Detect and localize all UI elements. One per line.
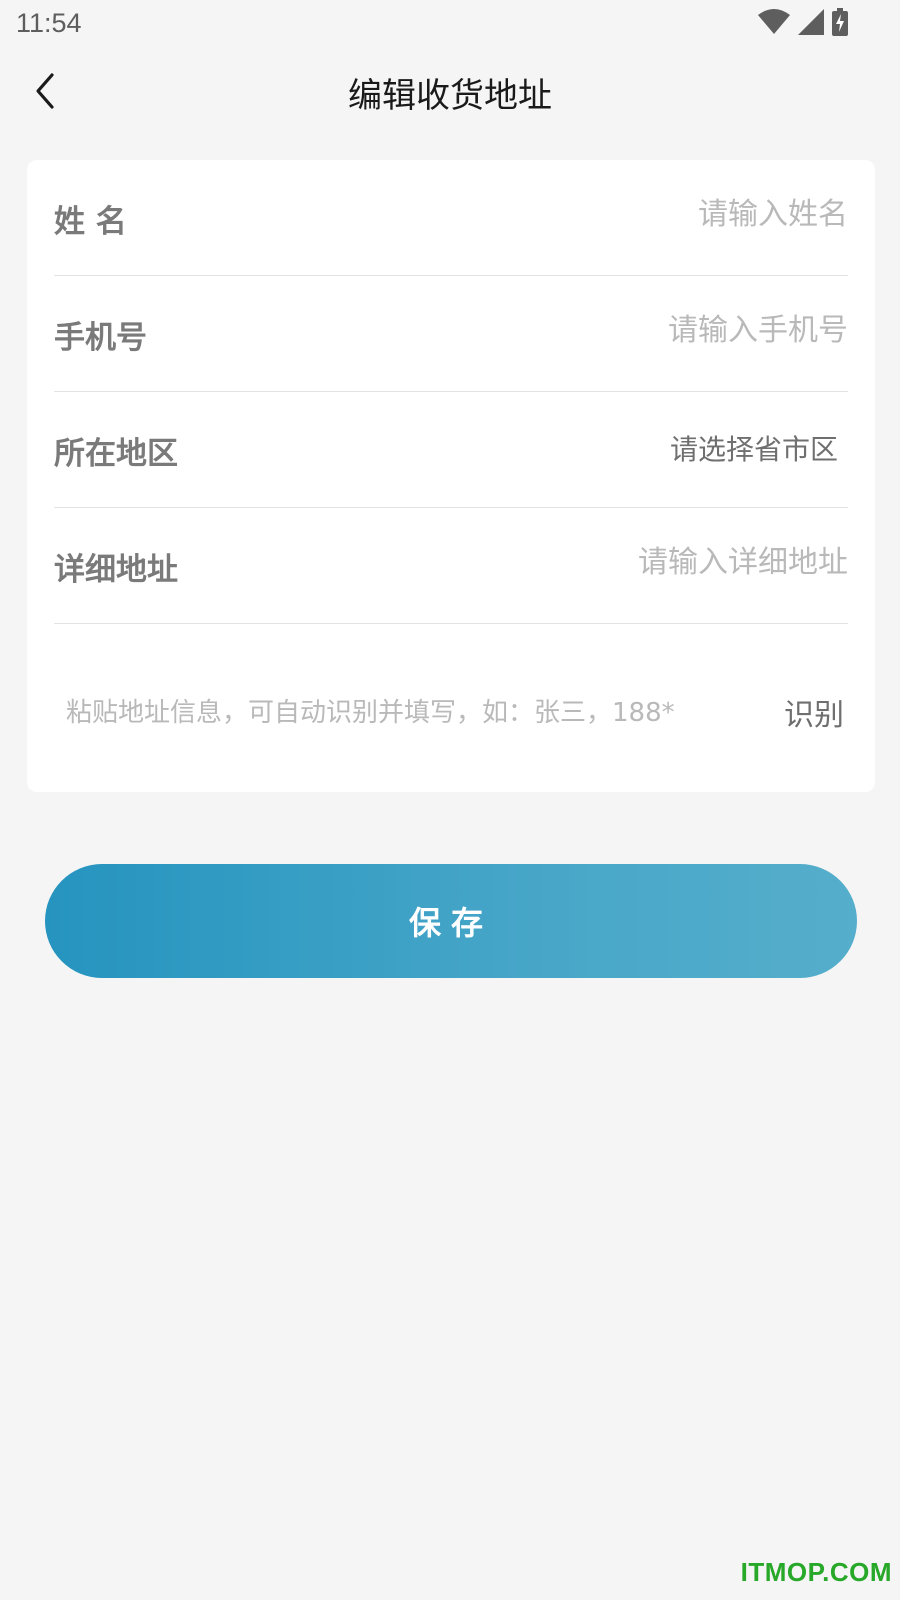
region-label: 所在地区 (54, 436, 178, 472)
header: 编辑收货地址 (0, 50, 900, 135)
phone-label: 手机号 (54, 320, 147, 356)
phone-row: 手机号 (54, 276, 848, 392)
page-title: 编辑收货地址 (348, 76, 552, 116)
save-button[interactable]: 保存 (45, 864, 857, 978)
wifi-icon (758, 9, 790, 39)
region-row[interactable]: 所在地区 请选择省市区 (54, 392, 848, 508)
status-time: 11:54 (16, 8, 82, 38)
detail-address-input[interactable] (328, 536, 848, 588)
watermark: ITMOP.COM (740, 1557, 892, 1587)
name-row: 姓 名 (54, 160, 848, 276)
recognize-button[interactable]: 识别 (784, 690, 844, 734)
battery-charging-icon (832, 8, 848, 40)
paste-address-row: 粘贴地址信息，可自动识别并填写，如：张三，188* 识别 (54, 662, 848, 762)
paste-address-input[interactable]: 粘贴地址信息，可自动识别并填写，如：张三，188* (66, 692, 675, 729)
address-form: 姓 名 手机号 所在地区 请选择省市区 详细地址 粘贴地址信息，可自动识别并填写… (27, 160, 875, 792)
status-bar: 11:54 (0, 0, 900, 50)
name-input[interactable] (328, 188, 848, 240)
signal-icon (798, 9, 824, 39)
detail-row: 详细地址 (54, 508, 848, 624)
status-icons (758, 8, 848, 40)
phone-input[interactable] (328, 304, 848, 356)
detail-label: 详细地址 (54, 552, 178, 588)
region-select[interactable]: 请选择省市区 (670, 428, 838, 468)
name-label: 姓 名 (54, 204, 127, 240)
